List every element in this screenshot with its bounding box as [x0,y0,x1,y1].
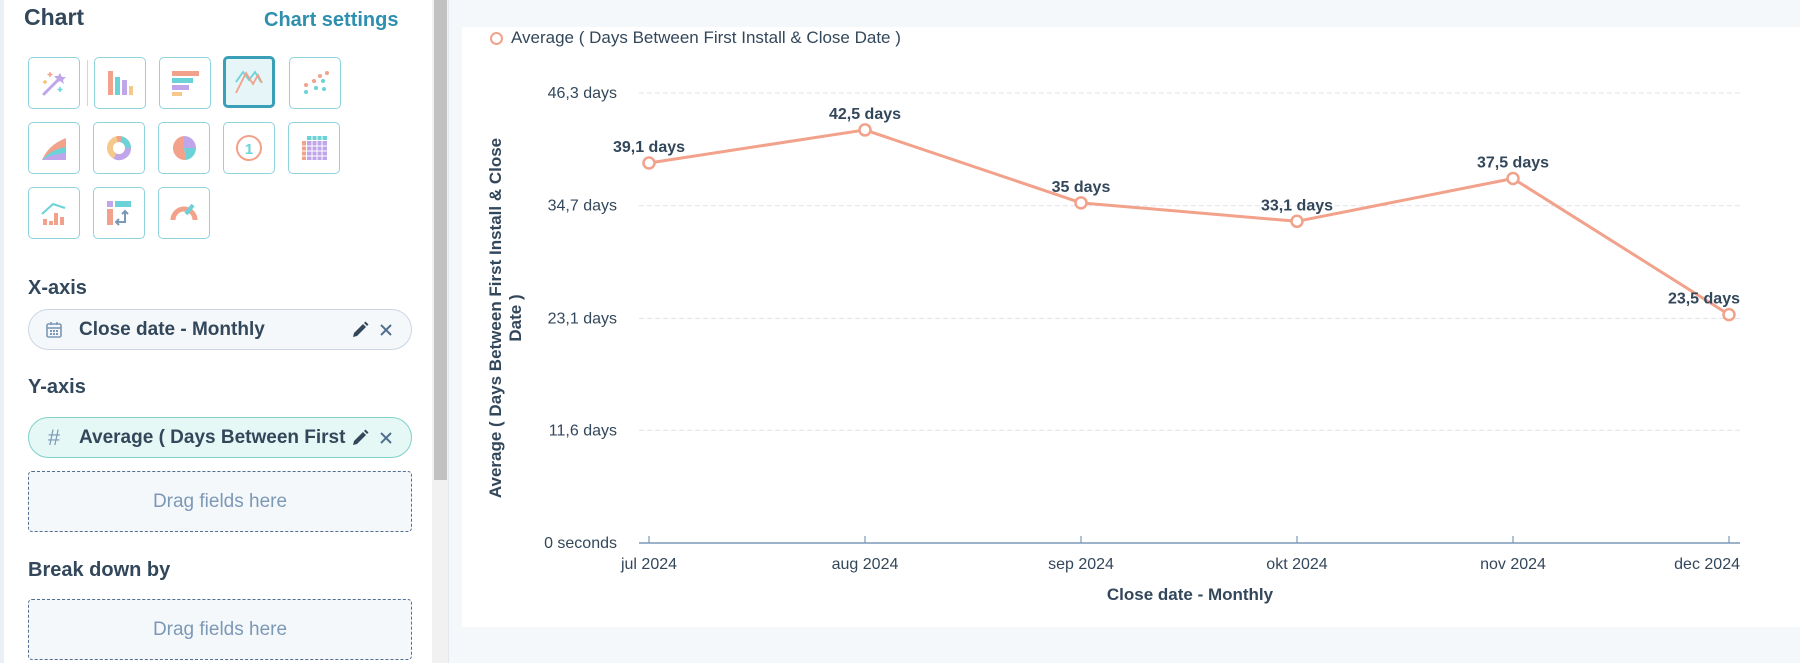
line-chart: 0 seconds 11,6 days 23,1 days 34,7 days 46,3… [486,85,1740,604]
data-point [1290,214,1304,229]
x-tick-label: nov 2024 [1480,556,1546,573]
x-tick-label: aug 2024 [832,556,899,573]
y-tick-label: 23,1 days [548,310,617,327]
y-axis-title-line1: Average ( Days Between First Install & C… [486,138,505,498]
data-point [642,156,656,170]
y-tick-label: 11,6 days [549,422,617,439]
y-axis-title-line2: Date ) [506,294,525,341]
x-tick-label: dec 2024 [1674,556,1740,573]
data-label: 37,5 days [1477,155,1549,172]
x-axis-title-chart: Close date - Monthly [1107,585,1274,604]
data-label: 42,5 days [829,106,901,123]
y-tick-label: 0 seconds [544,535,617,552]
data-point [1074,196,1088,210]
y-tick-label: 34,7 days [548,198,617,215]
data-point [1722,307,1736,322]
data-label: 23,5 days [1668,291,1740,308]
data-point [1506,171,1520,186]
data-point [858,123,872,137]
x-tick-label: sep 2024 [1048,556,1114,573]
x-tick-label: okt 2024 [1266,556,1327,573]
series-line [648,128,1730,316]
y-tick-label: 46,3 days [548,85,617,102]
data-label: 35 days [1052,179,1111,196]
data-label: 39,1 days [613,139,685,156]
x-tick-label: jul 2024 [620,556,677,573]
data-label: 33,1 days [1261,197,1333,214]
